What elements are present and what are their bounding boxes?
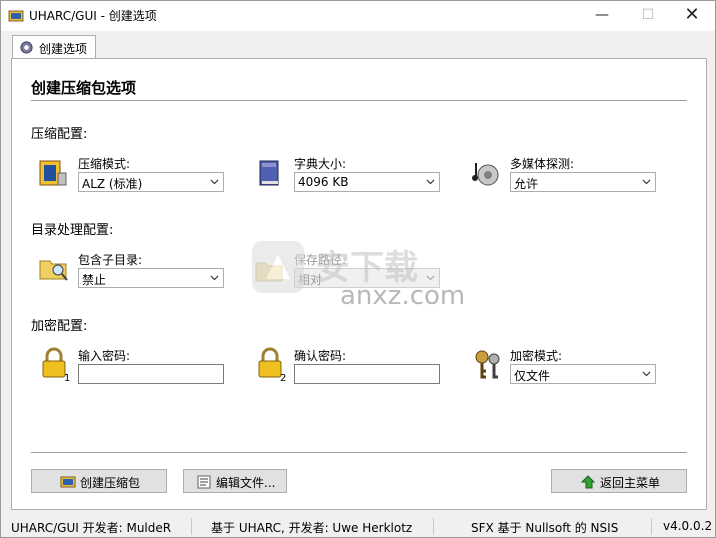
chevron-down-icon [210, 275, 219, 281]
status-separator [191, 518, 192, 535]
close-button[interactable]: ✕ [669, 1, 715, 31]
dictionary-size-select[interactable]: 4096 KB [294, 172, 440, 192]
password-input[interactable] [78, 364, 224, 384]
status-separator [433, 518, 434, 535]
confirm-badge: 2 [280, 373, 287, 384]
section-compression: 压缩配置: [31, 127, 88, 142]
chevron-down-icon [426, 179, 435, 185]
status-separator [651, 518, 652, 535]
password-badge: 1 [64, 373, 71, 384]
gear-icon [20, 41, 33, 54]
title-divider [31, 100, 687, 101]
mode-label: 压缩模式: [78, 157, 131, 171]
app-window: UHARC/GUI - 创建选项 — ☐ ✕ 创建选项 创建压缩包选项 压缩配置… [0, 0, 716, 538]
watermark-text: anxz.com [340, 281, 466, 311]
chevron-down-icon [642, 179, 651, 185]
subdirs-label: 包含子目录: [78, 253, 143, 267]
chevron-down-icon [642, 371, 651, 377]
button-label: 创建压缩包 [80, 476, 141, 490]
select-value: 4096 KB [298, 175, 349, 189]
title-bar: UHARC/GUI - 创建选项 — ☐ ✕ [1, 1, 715, 31]
options-panel: 创建压缩包选项 压缩配置: 压缩模式: ALZ (标准) 字典大小: 4096 … [11, 58, 707, 510]
app-icon [8, 10, 24, 22]
multimedia-icon [472, 163, 499, 186]
select-value: 允许 [514, 177, 539, 191]
window-title: UHARC/GUI - 创建选项 [29, 9, 157, 23]
multimedia-label: 多媒体探测: [510, 157, 575, 171]
page-title: 创建压缩包选项 [31, 79, 137, 97]
select-value: 仅文件 [514, 369, 551, 383]
archive-icon [60, 476, 76, 488]
status-author: UHARC/GUI 开发者: MuldeR [11, 521, 172, 535]
button-label: 返回主菜单 [600, 476, 661, 490]
tab-create-options[interactable]: 创建选项 [12, 35, 96, 59]
encryption-mode-select[interactable]: 仅文件 [510, 364, 656, 384]
confirm-label: 确认密码: [294, 349, 347, 363]
status-bar: UHARC/GUI 开发者: MuldeR 基于 UHARC, 开发者: Uwe… [1, 515, 715, 537]
chevron-down-icon [210, 179, 219, 185]
status-sfx: SFX 基于 Nullsoft 的 NSIS [471, 521, 619, 535]
multimedia-select[interactable]: 允许 [510, 172, 656, 192]
select-value: ALZ (标准) [82, 177, 143, 191]
back-arrow-icon [580, 475, 596, 489]
status-version: v4.0.0.2 [663, 519, 713, 533]
create-archive-button[interactable]: 创建压缩包 [31, 469, 167, 493]
password-label: 输入密码: [78, 349, 131, 363]
encryption-mode-label: 加密模式: [510, 349, 563, 363]
section-encryption: 加密配置: [31, 319, 88, 334]
subdirs-select[interactable]: 禁止 [78, 268, 224, 288]
keys-icon [475, 350, 500, 379]
button-label: 编辑文件... [216, 476, 276, 490]
book-icon [259, 160, 279, 186]
edit-files-button[interactable]: 编辑文件... [183, 469, 287, 493]
status-based-on: 基于 UHARC, 开发者: Uwe Herklotz [211, 521, 413, 535]
confirm-password-input[interactable] [294, 364, 440, 384]
archive-icon [39, 160, 67, 186]
minimize-button[interactable]: — [579, 1, 625, 31]
bottom-divider [31, 452, 687, 453]
folder-search-icon [39, 260, 68, 281]
compression-mode-select[interactable]: ALZ (标准) [78, 172, 224, 192]
maximize-button[interactable]: ☐ [625, 1, 671, 31]
back-to-main-button[interactable]: 返回主菜单 [551, 469, 687, 493]
dict-label: 字典大小: [294, 157, 347, 171]
tab-label: 创建选项 [39, 42, 88, 56]
select-value: 禁止 [82, 273, 107, 287]
edit-list-icon [197, 475, 211, 489]
section-directory: 目录处理配置: [31, 223, 114, 238]
